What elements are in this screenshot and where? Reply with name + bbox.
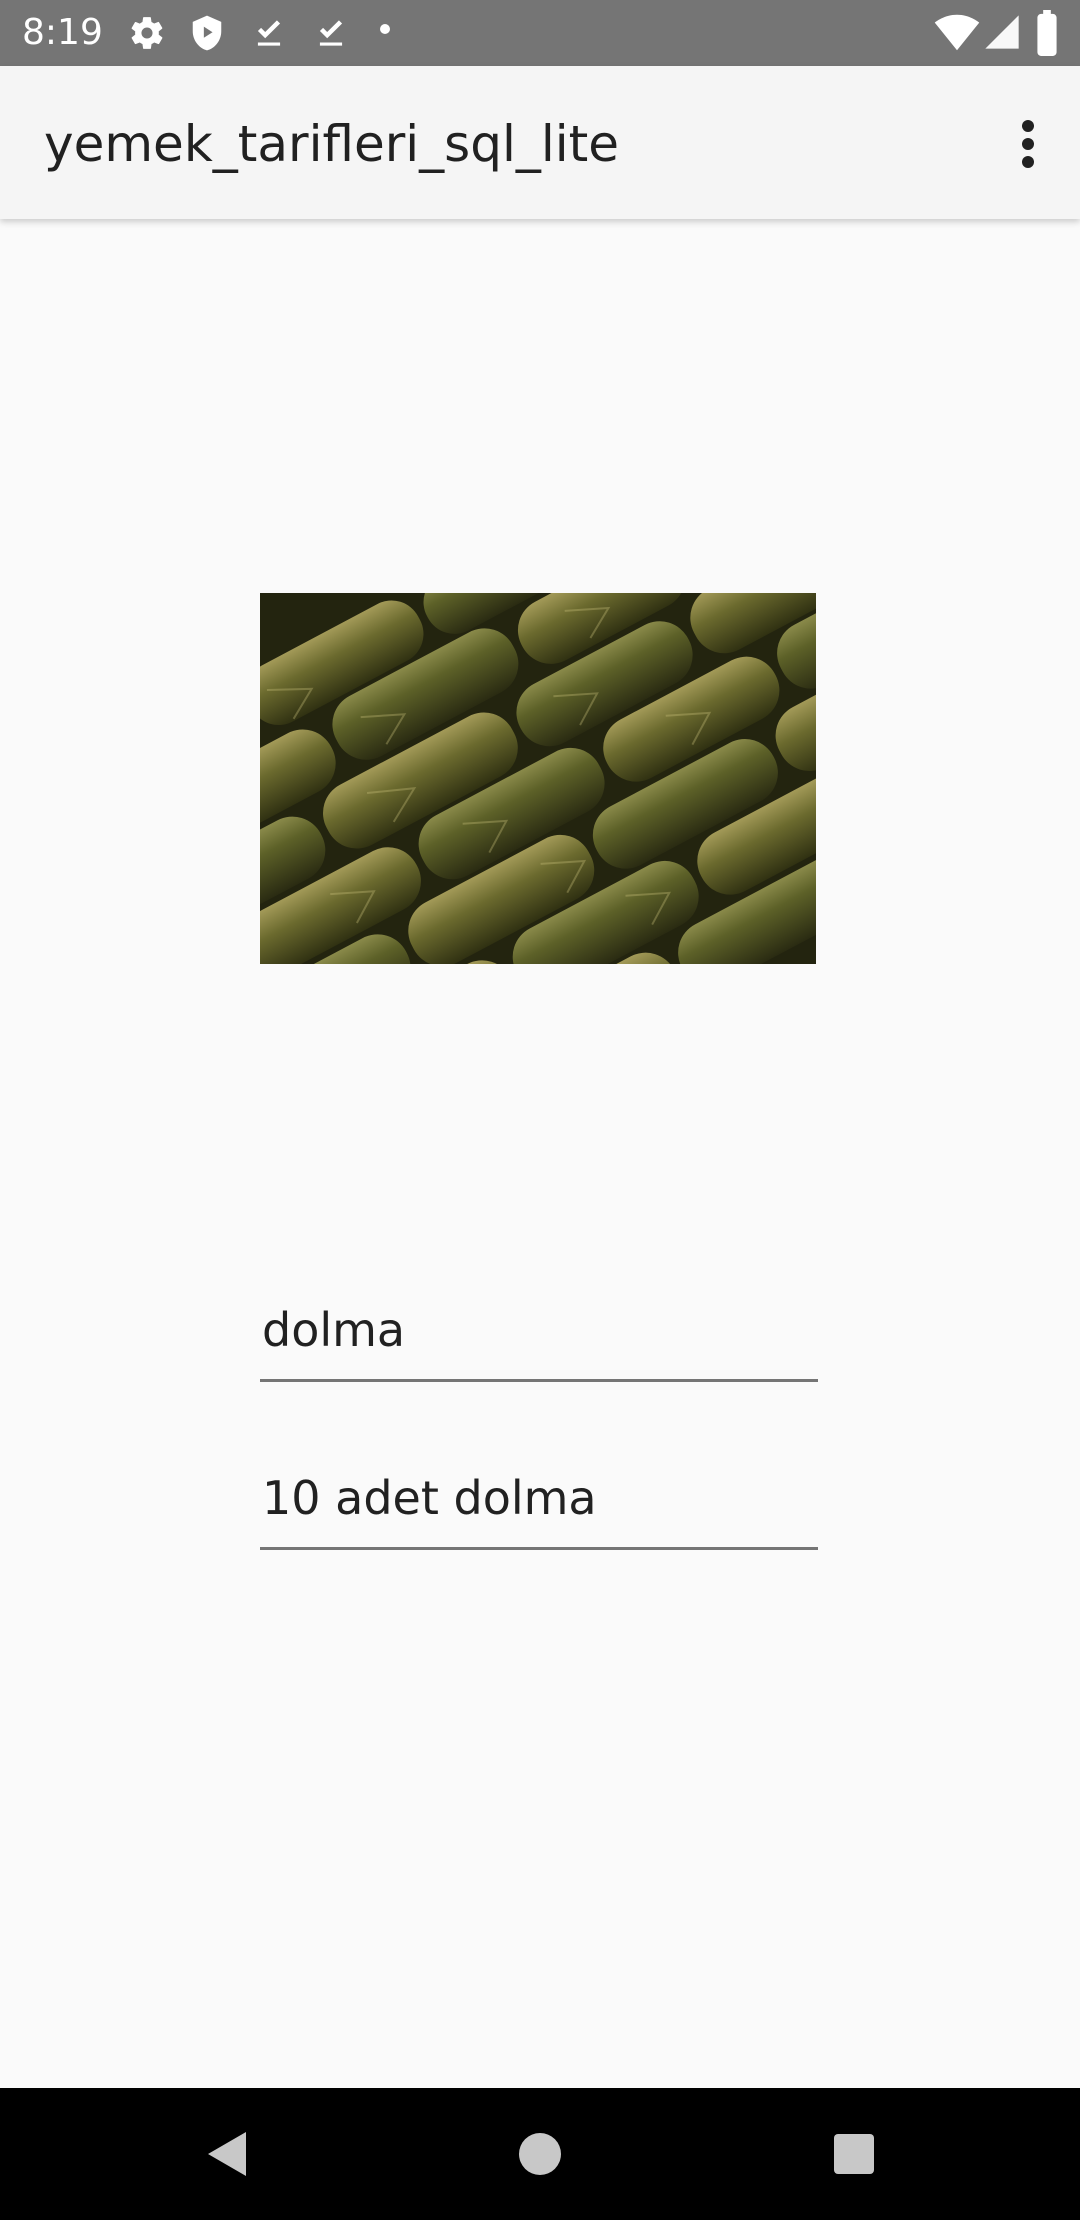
dot-icon — [380, 24, 390, 34]
back-icon[interactable] — [200, 2126, 256, 2182]
wifi-icon — [934, 14, 980, 51]
more-vert-icon — [1022, 120, 1034, 168]
dolma-image — [260, 593, 816, 964]
recipe-name-value: dolma — [262, 1303, 406, 1357]
download-done-icon — [257, 20, 281, 46]
app-title: yemek_tarifleri_sql_lite — [44, 115, 619, 173]
recipe-image — [260, 593, 816, 964]
battery-icon — [1037, 10, 1057, 56]
overflow-menu-button[interactable] — [998, 106, 1058, 182]
navigation-bar — [0, 2088, 1080, 2220]
recents-icon[interactable] — [826, 2126, 882, 2182]
recipe-name-field[interactable]: dolma — [260, 1300, 818, 1382]
status-time: 8:19 — [22, 12, 103, 53]
recipe-description-field[interactable]: 10 adet dolma — [260, 1468, 818, 1550]
download-done-icon — [319, 20, 343, 46]
status-bar: 8:19 — [0, 0, 1080, 66]
shield-play-icon — [192, 15, 222, 51]
signal-icon — [985, 15, 1019, 49]
gear-icon — [131, 17, 163, 49]
home-icon[interactable] — [512, 2126, 568, 2182]
app-bar: yemek_tarifleri_sql_lite — [0, 66, 1080, 219]
recipe-description-value: 10 adet dolma — [262, 1471, 597, 1525]
